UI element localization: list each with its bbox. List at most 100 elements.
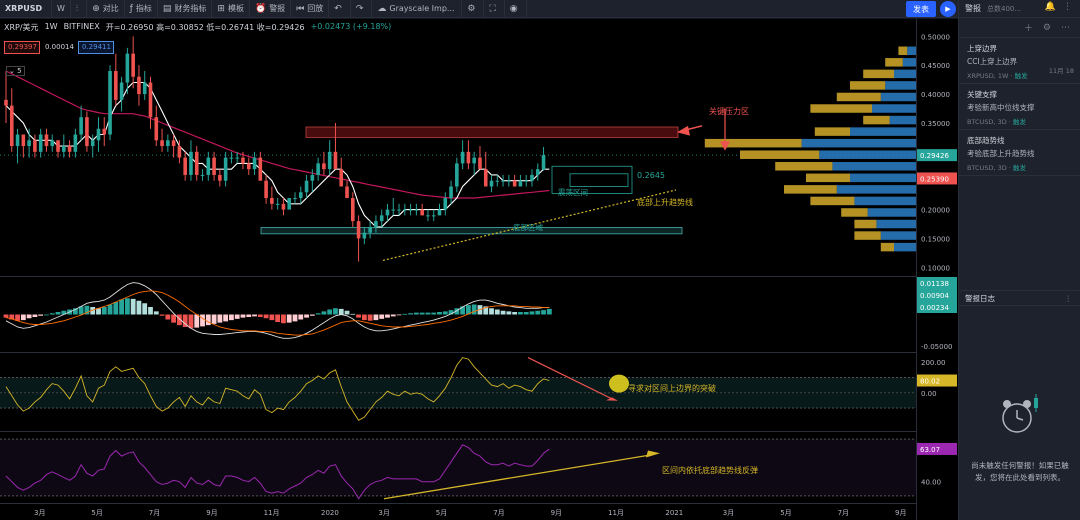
- candle-body: [530, 174, 534, 181]
- candle-body: [67, 146, 72, 152]
- more-icon[interactable]: ⋮: [1063, 2, 1072, 12]
- camera-icon: ◉: [509, 3, 518, 14]
- candle-body: [108, 70, 112, 135]
- candle-body: [408, 209, 413, 211]
- financials-button[interactable]: ▤ 财务指标: [158, 0, 213, 18]
- macd-hist-bar: [292, 314, 298, 322]
- candle-body: [119, 82, 124, 100]
- candle-body: [345, 186, 349, 199]
- pair-label[interactable]: XRP/美元: [4, 22, 39, 33]
- play-button[interactable]: ▶: [940, 1, 956, 17]
- snapshot-button[interactable]: ◉: [505, 0, 527, 18]
- macd-hist-bar: [171, 314, 177, 323]
- bell-icon[interactable]: 🔔: [1045, 2, 1056, 12]
- redo-button[interactable]: ↷: [351, 0, 373, 18]
- templates-button[interactable]: ⊞ 模板: [212, 0, 250, 18]
- alert-button[interactable]: ⏰ 警报: [250, 0, 292, 18]
- macd-hist-bar: [3, 314, 9, 318]
- price-mark-label: 0.2645: [637, 171, 665, 180]
- candle-body: [322, 163, 326, 170]
- fullscreen-button[interactable]: ⛶: [484, 0, 505, 18]
- chart-canvas[interactable]: 0.500000.450000.400000.350000.250000.200…: [0, 19, 958, 520]
- alert-item[interactable]: 上穿边界 CCI上穿上边界 XRPUSD, 1W · 触发 11月 18: [959, 38, 1080, 84]
- candle-body: [223, 157, 228, 181]
- plus-circle-icon: ⊕: [92, 3, 100, 14]
- candle-body: [281, 203, 286, 210]
- replay-icon: ⏮: [296, 3, 305, 14]
- candle-body: [38, 134, 43, 152]
- profile-bar-up: [810, 196, 855, 206]
- macd-hist-bar: [113, 302, 119, 315]
- candle-body: [44, 134, 49, 147]
- alert-item[interactable]: 关键支撑 考验新高中位线支撑 BTCUSD, 3D · 触发: [959, 84, 1080, 130]
- fx-icon: ƒ: [129, 3, 133, 14]
- more-icon[interactable]: ⋮: [1065, 294, 1073, 303]
- candle-body: [316, 163, 320, 175]
- alert-item[interactable]: 底部趋势线 考验底部上升趋势线 BTCUSD, 3D · 触发: [959, 130, 1080, 176]
- play-icon: ▶: [945, 5, 951, 13]
- candle-body: [535, 169, 540, 175]
- candle-body: [310, 174, 315, 181]
- profile-bar-down: [907, 46, 916, 56]
- macd-hist-bar: [107, 304, 113, 315]
- alert-settings-icon[interactable]: ⚙: [1043, 23, 1051, 33]
- macd-hist-bar: [153, 311, 159, 315]
- macd-hist-bar: [119, 299, 124, 315]
- more-options-icon[interactable]: ⋯: [1061, 23, 1070, 33]
- profile-bar-up: [784, 185, 837, 194]
- compare-label: 对比: [102, 4, 119, 13]
- macd-badge: 0.01138: [920, 280, 949, 288]
- candle-body: [275, 203, 280, 205]
- trendline-label: 底部上升趋势线: [637, 198, 693, 207]
- macd-hist-bar: [315, 313, 321, 315]
- time-tick-label: 7月: [149, 509, 160, 517]
- alert-log-header: 警报日志 ⋮: [959, 290, 1080, 306]
- publish-button[interactable]: 发表: [906, 1, 936, 17]
- macd-hist-bar: [344, 310, 350, 315]
- add-alert-icon[interactable]: ＋: [1024, 21, 1033, 34]
- publish-label: 发表: [913, 4, 929, 14]
- macd-hist-bar: [49, 313, 55, 315]
- price-tick-label: 0.50000: [921, 33, 950, 41]
- macd-hist-bar: [26, 314, 32, 319]
- buy-price-button[interactable]: 0.29411: [78, 41, 114, 54]
- alert-time: 11月 18: [1048, 67, 1074, 75]
- inner-box: [569, 173, 629, 187]
- macd-hist-bar: [442, 311, 448, 315]
- replay-button[interactable]: ⏮ 回放: [291, 0, 330, 18]
- candle-body: [62, 146, 66, 152]
- undo-button[interactable]: ↶: [329, 0, 351, 18]
- candle-body: [270, 198, 274, 204]
- consolidation-label: 震荡区间: [558, 188, 588, 197]
- candle-body: [166, 140, 170, 147]
- indicators-collapse-toggle[interactable]: ⌄ 5: [6, 66, 25, 76]
- macd-hist-bar: [506, 311, 512, 315]
- macd-hist-bar: [471, 304, 477, 315]
- templates-label: 模板: [227, 4, 244, 13]
- macd-hist-bar: [136, 300, 142, 315]
- candle-body: [189, 151, 193, 175]
- financials-label: 财务指标: [174, 4, 207, 13]
- resistance-arrow-head: [677, 125, 690, 136]
- symbol-search[interactable]: XRPUSD: [0, 0, 52, 18]
- macd-hist-bar: [165, 314, 171, 320]
- candle-body: [27, 140, 31, 147]
- interval-selector[interactable]: W: [52, 0, 71, 18]
- chart-area[interactable]: 0.500000.450000.400000.350000.250000.200…: [0, 19, 958, 520]
- compare-button[interactable]: ⊕ 对比: [87, 0, 125, 18]
- settings-button[interactable]: ⚙: [462, 0, 485, 18]
- change-value: +0.02473 (+9.18%): [310, 22, 392, 31]
- macd-hist-bar: [523, 312, 529, 315]
- indicators-button[interactable]: ƒ 指标: [125, 0, 158, 18]
- candle-body: [333, 151, 338, 170]
- sell-price-button[interactable]: 0.29397: [4, 41, 40, 54]
- candle-body: [397, 209, 401, 211]
- layout-selector[interactable]: ☁ Grayscale Imp...: [372, 0, 463, 18]
- profile-bar-up: [810, 104, 872, 113]
- candle-body: [483, 169, 488, 187]
- chart-type-button[interactable]: ⫶: [71, 0, 88, 18]
- macd-hist-bar: [217, 314, 223, 323]
- cci-note: 寻求对区间上边界的突破: [628, 384, 716, 393]
- profile-bar-up: [704, 138, 802, 148]
- alert-log-empty-text: 尚未触发任何警报！如果已触发，您将在此处看到列表。: [971, 461, 1069, 482]
